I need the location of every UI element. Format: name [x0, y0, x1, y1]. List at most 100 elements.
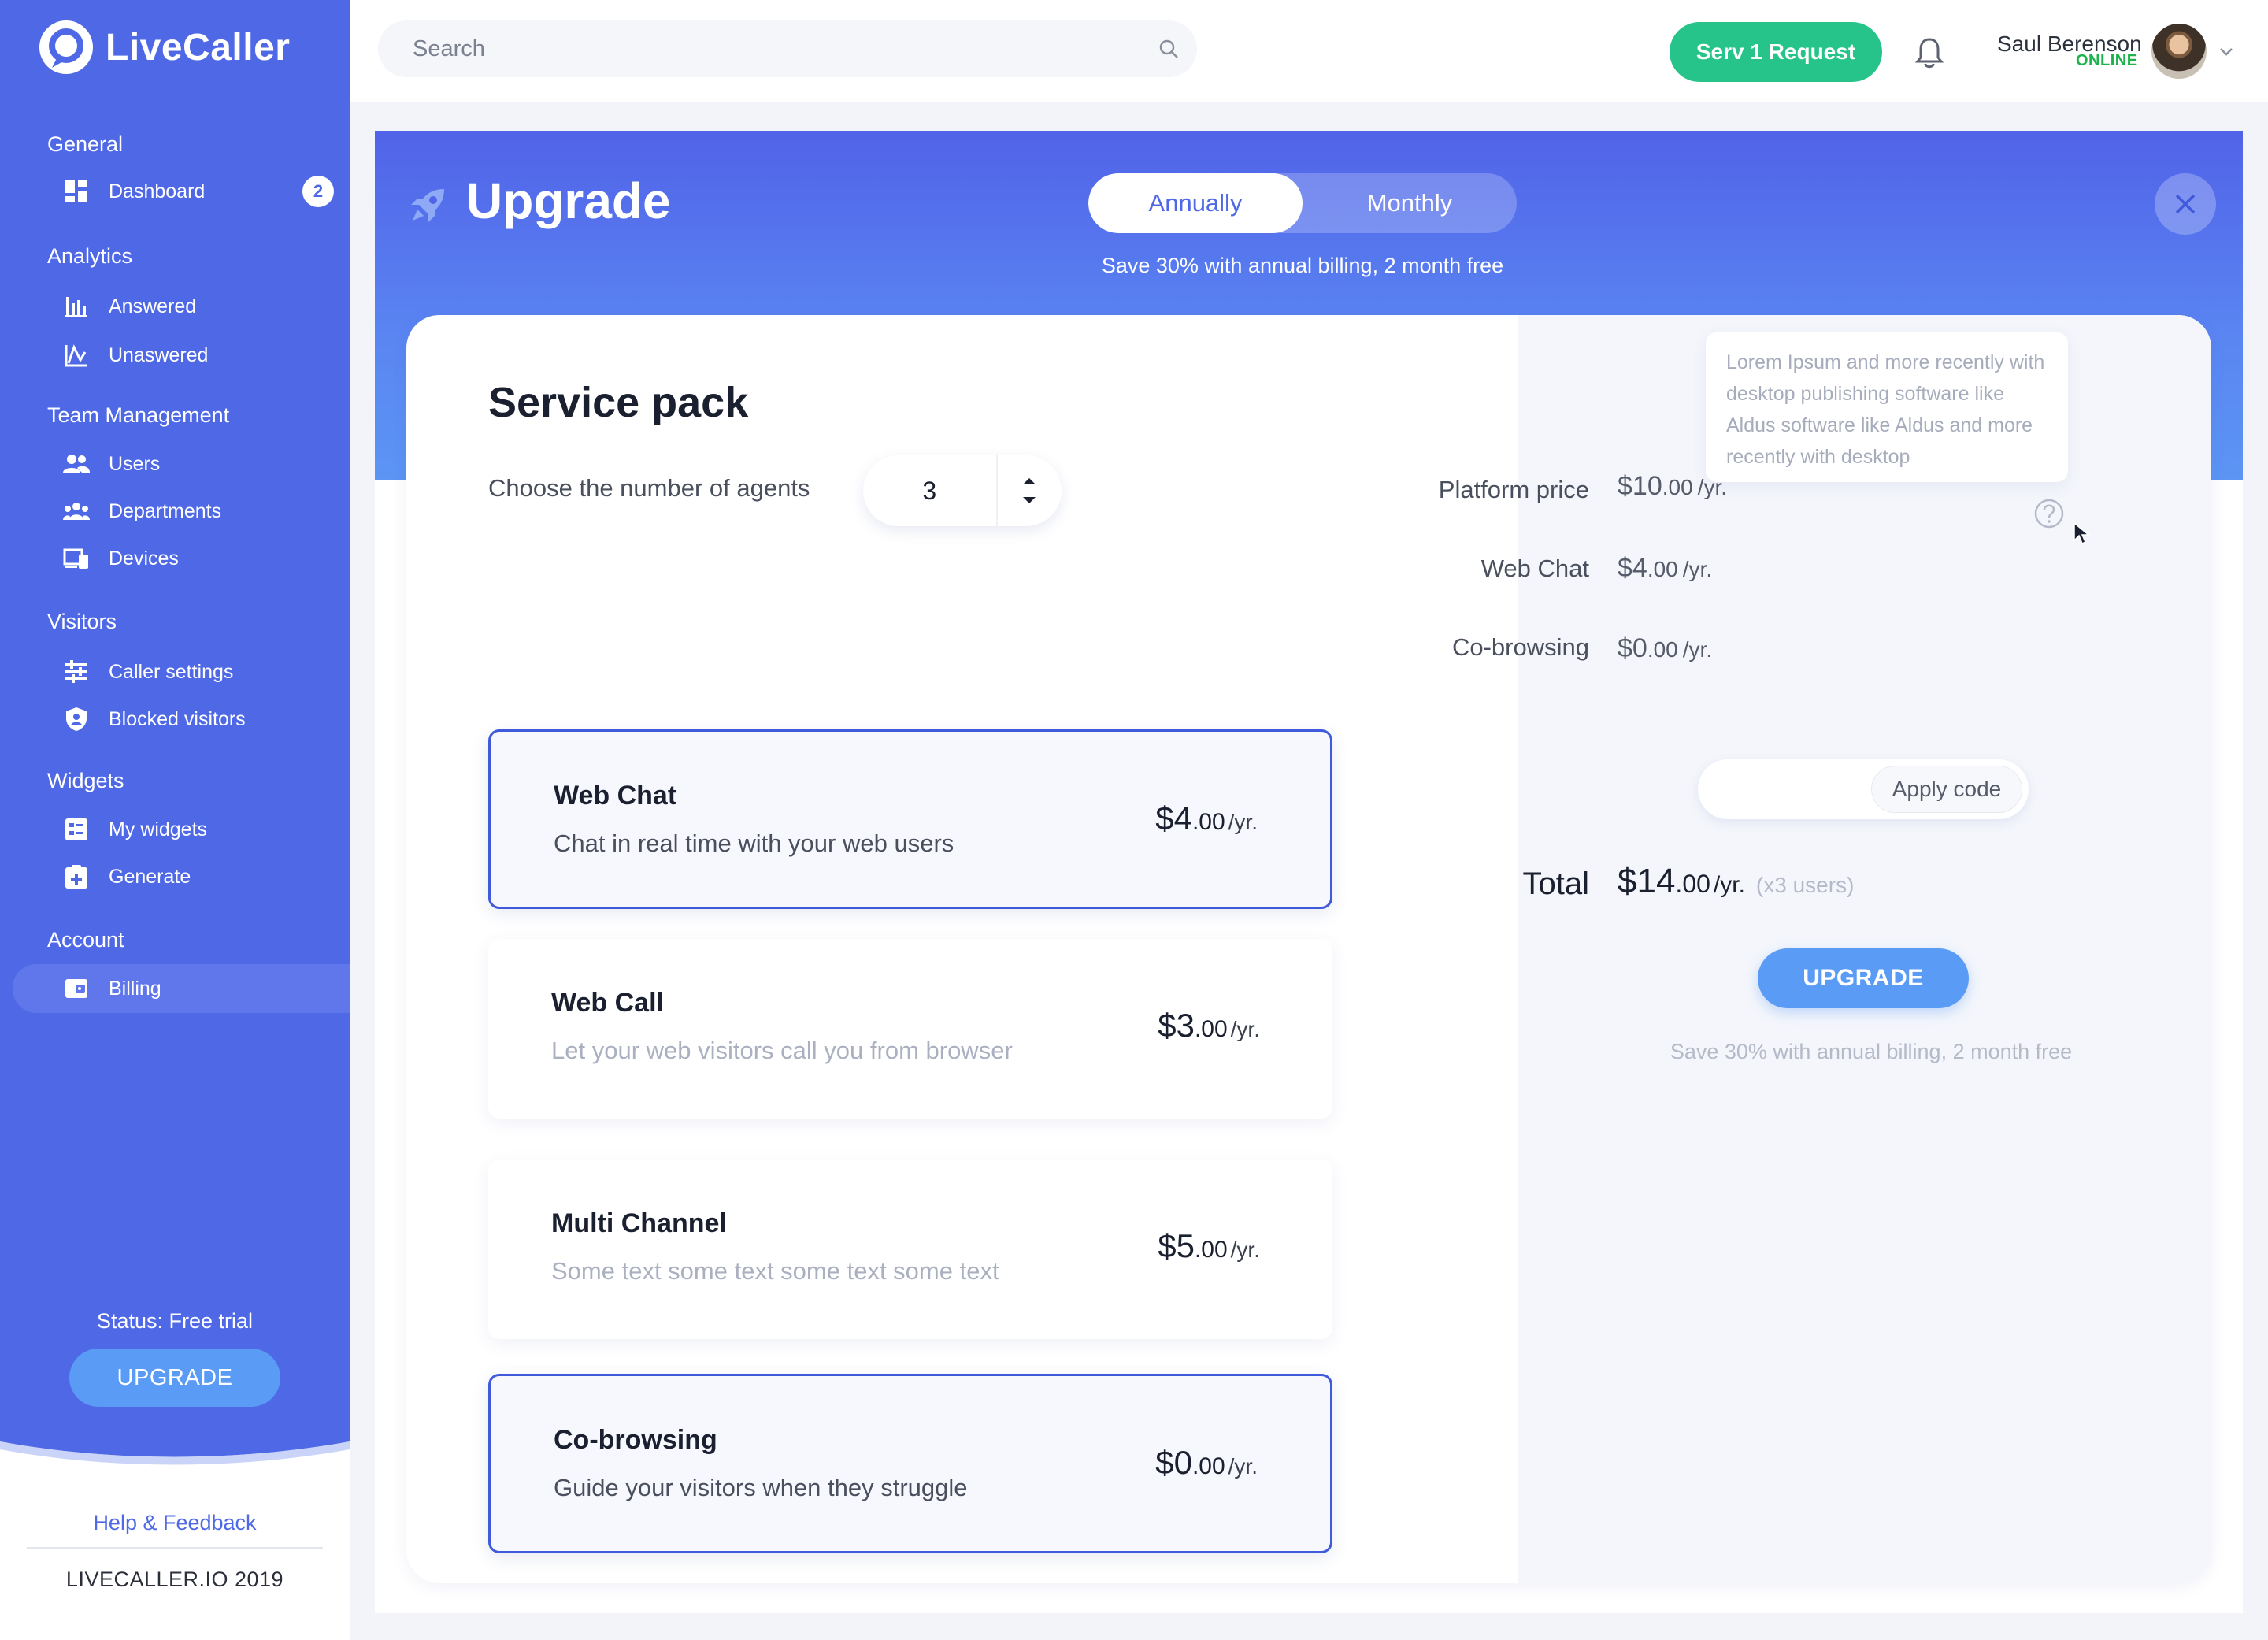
upgrade-panel: Upgrade Annually Monthly Save 30% with a… — [375, 131, 2243, 1613]
summary-label-co-browsing: Co-browsing — [1451, 633, 1589, 661]
summary-label-platform: Platform price — [1438, 476, 1589, 503]
service-request-button[interactable]: Serv 1 Request — [1670, 22, 1882, 82]
sidebar-item-unanswered[interactable]: Unaswered — [13, 331, 350, 380]
price-dollars: $4 — [1618, 553, 1647, 583]
top-bar: Serv 1 Request Saul Berenson ONLINE — [350, 0, 2268, 102]
notification-badge: 2 — [302, 176, 334, 207]
avatar[interactable] — [2151, 24, 2207, 79]
pack-card-co-browsing[interactable]: Co-browsing Guide your visitors when the… — [488, 1374, 1332, 1553]
agents-label: Choose the number of agents — [488, 474, 810, 502]
total-label: Total — [1522, 866, 1590, 901]
stepper-arrows[interactable] — [995, 455, 1062, 526]
chevron-down-icon[interactable] — [2218, 44, 2235, 58]
sidebar-item-label: Generate — [109, 865, 191, 888]
sliders-icon — [63, 659, 90, 685]
pack-name: Co-browsing — [554, 1425, 717, 1455]
brand-logo[interactable]: LiveCaller — [38, 19, 290, 76]
sidebar-item-blocked-visitors[interactable]: Blocked visitors — [13, 695, 350, 744]
price-dollars: $4 — [1155, 800, 1192, 837]
pack-description: Let your web visitors call you from brow… — [551, 1037, 1013, 1064]
sidebar-item-label: Departments — [109, 499, 222, 522]
pack-description: Some text some text some text some text — [551, 1257, 999, 1285]
apply-code-button[interactable]: Apply code — [1871, 766, 2022, 813]
sidebar-item-answered[interactable]: Answered — [13, 282, 350, 331]
sidebar-upgrade-button[interactable]: UPGRADE — [69, 1349, 280, 1407]
promo-code-box[interactable]: Apply code — [1698, 759, 2029, 819]
line-chart-icon — [63, 342, 90, 369]
sidebar-item-devices[interactable]: Devices — [13, 534, 350, 583]
departments-icon — [63, 498, 90, 525]
sidebar-wave — [0, 1418, 350, 1465]
pack-card-web-call[interactable]: Web Call Let your web visitors call you … — [488, 939, 1332, 1119]
price-dollars: $10 — [1618, 471, 1662, 501]
sidebar-item-label: Answered — [109, 295, 197, 317]
price-dollars: $3 — [1158, 1007, 1195, 1044]
pack-name: Multi Channel — [551, 1208, 727, 1238]
help-feedback-link[interactable]: Help & Feedback — [0, 1511, 350, 1535]
billing-period-toggle[interactable]: Annually Monthly — [1088, 173, 1517, 233]
price-cents: .00 — [1647, 637, 1678, 662]
section-title: Service pack — [488, 379, 749, 426]
summary-value-web-chat: $4.00/yr. — [1618, 553, 1712, 584]
nav-group-account: Account — [47, 928, 124, 952]
livecaller-logo-icon — [39, 20, 93, 74]
promo-code-input[interactable] — [1721, 770, 1882, 810]
pack-name: Web Chat — [554, 781, 677, 811]
pack-name: Web Call — [551, 988, 664, 1018]
agents-value[interactable]: 3 — [863, 477, 996, 506]
help-icon[interactable] — [2033, 498, 2065, 529]
pack-price: $3.00/yr. — [1158, 1007, 1260, 1044]
price-cents: .00 — [1194, 1016, 1228, 1042]
sidebar-item-billing[interactable]: Billing — [13, 964, 350, 1013]
service-pack-card: Service pack Choose the number of agents… — [406, 315, 2211, 1583]
sidebar-item-label: Devices — [109, 547, 179, 570]
increment-arrow-icon[interactable] — [1021, 476, 1038, 487]
bar-chart-icon — [63, 293, 90, 320]
wallet-icon — [63, 975, 90, 1002]
search-input[interactable] — [411, 35, 1123, 63]
agents-stepper[interactable]: 3 — [863, 455, 1062, 526]
sidebar-item-label: Users — [109, 452, 161, 475]
upgrade-button[interactable]: UPGRADE — [1758, 948, 1969, 1008]
price-period: /yr. — [1682, 557, 1713, 581]
sidebar-item-departments[interactable]: Departments — [13, 487, 350, 536]
platform-price-tooltip: Lorem Ipsum and more recently with deskt… — [1706, 332, 2068, 482]
toggle-monthly[interactable]: Monthly — [1303, 173, 1517, 233]
price-cents: .00 — [1662, 475, 1693, 499]
sidebar: LiveCaller General Dashboard 2 Analytics… — [0, 0, 350, 1640]
close-button[interactable] — [2155, 173, 2216, 235]
sidebar-item-users[interactable]: Users — [13, 440, 350, 488]
price-cents: .00 — [1675, 870, 1710, 898]
price-cents: .00 — [1194, 1237, 1228, 1263]
search-box[interactable] — [378, 20, 1197, 77]
bell-icon[interactable] — [1914, 36, 1945, 69]
price-period: /yr. — [1682, 637, 1713, 662]
page-title: Upgrade — [466, 173, 671, 229]
price-period: /yr. — [1697, 475, 1728, 499]
decrement-arrow-icon[interactable] — [1021, 495, 1038, 506]
pack-price: $4.00/yr. — [1155, 800, 1258, 837]
pack-card-multi-channel[interactable]: Multi Channel Some text some text some t… — [488, 1160, 1332, 1339]
sidebar-item-label: Dashboard — [109, 180, 206, 202]
price-period: /yr. — [1230, 1237, 1260, 1262]
shield-icon — [63, 706, 90, 733]
sidebar-item-dashboard[interactable]: Dashboard 2 — [13, 167, 350, 216]
pack-description: Guide your visitors when they struggle — [554, 1474, 968, 1501]
copyright: LIVECALLER.IO 2019 — [65, 1568, 284, 1591]
sidebar-item-generate[interactable]: Generate — [13, 852, 350, 901]
brand-name: LiveCaller — [106, 26, 291, 69]
pack-price: $0.00/yr. — [1155, 1444, 1258, 1482]
dashboard-icon — [63, 178, 90, 205]
sidebar-item-label: Unaswered — [109, 343, 209, 366]
sidebar-item-caller-settings[interactable]: Caller settings — [13, 647, 350, 696]
toggle-annually[interactable]: Annually — [1088, 173, 1303, 233]
sidebar-item-label: My widgets — [109, 818, 208, 840]
sidebar-item-my-widgets[interactable]: My widgets — [13, 805, 350, 854]
trial-status: Status: Free trial — [96, 1309, 254, 1333]
pack-price: $5.00/yr. — [1158, 1227, 1260, 1265]
users-icon — [63, 451, 90, 477]
pack-card-web-chat[interactable]: Web Chat Chat in real time with your web… — [488, 729, 1332, 909]
total-value: $14.00/yr. (x3 users) — [1618, 862, 1854, 901]
search-icon[interactable] — [1158, 38, 1180, 60]
nav-group-general: General — [47, 132, 124, 156]
